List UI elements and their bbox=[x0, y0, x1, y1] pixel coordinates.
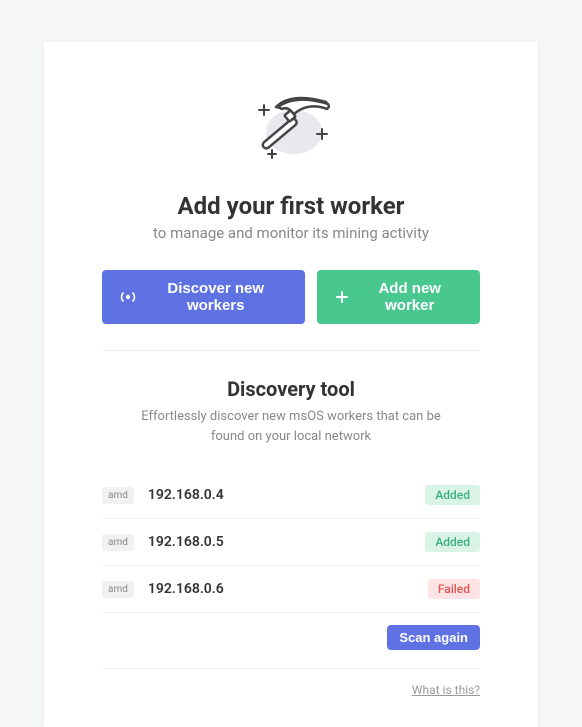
page-title: Add your first worker bbox=[102, 192, 480, 220]
discover-workers-label: Discover new workers bbox=[144, 280, 287, 314]
worker-row: amd 192.168.0.6 Failed bbox=[102, 566, 480, 612]
add-worker-button[interactable]: Add new worker bbox=[317, 270, 480, 324]
scan-row: Scan again bbox=[102, 613, 480, 669]
worker-row: amd 192.168.0.5 Added bbox=[102, 519, 480, 566]
status-badge: Added bbox=[425, 485, 480, 505]
page-subtitle: to manage and monitor its mining activit… bbox=[102, 224, 480, 242]
discovery-title: Discovery tool bbox=[102, 377, 480, 401]
worker-ip: 192.168.0.6 bbox=[148, 581, 428, 597]
discover-workers-button[interactable]: Discover new workers bbox=[102, 270, 305, 324]
add-worker-label: Add new worker bbox=[357, 280, 462, 314]
pickaxe-illustration bbox=[102, 82, 480, 172]
worker-tag: amd bbox=[102, 487, 134, 504]
worker-list: amd 192.168.0.4 Added amd 192.168.0.5 Ad… bbox=[102, 472, 480, 613]
worker-ip: 192.168.0.4 bbox=[148, 487, 425, 503]
footer-link-row: What is this? bbox=[102, 669, 480, 697]
status-badge: Added bbox=[425, 532, 480, 552]
worker-tag: amd bbox=[102, 534, 134, 551]
plus-icon bbox=[335, 290, 349, 304]
worker-tag: amd bbox=[102, 581, 134, 598]
worker-ip: 192.168.0.5 bbox=[148, 534, 425, 550]
status-badge: Failed bbox=[428, 579, 480, 599]
what-is-this-link[interactable]: What is this? bbox=[412, 683, 480, 697]
onboarding-card: Add your first worker to manage and moni… bbox=[44, 42, 538, 727]
scan-again-button[interactable]: Scan again bbox=[387, 625, 480, 650]
action-buttons: Discover new workers Add new worker bbox=[102, 270, 480, 351]
radar-icon bbox=[120, 289, 136, 305]
discovery-subtitle: Effortlessly discover new msOS workers t… bbox=[131, 407, 451, 446]
worker-row: amd 192.168.0.4 Added bbox=[102, 472, 480, 519]
